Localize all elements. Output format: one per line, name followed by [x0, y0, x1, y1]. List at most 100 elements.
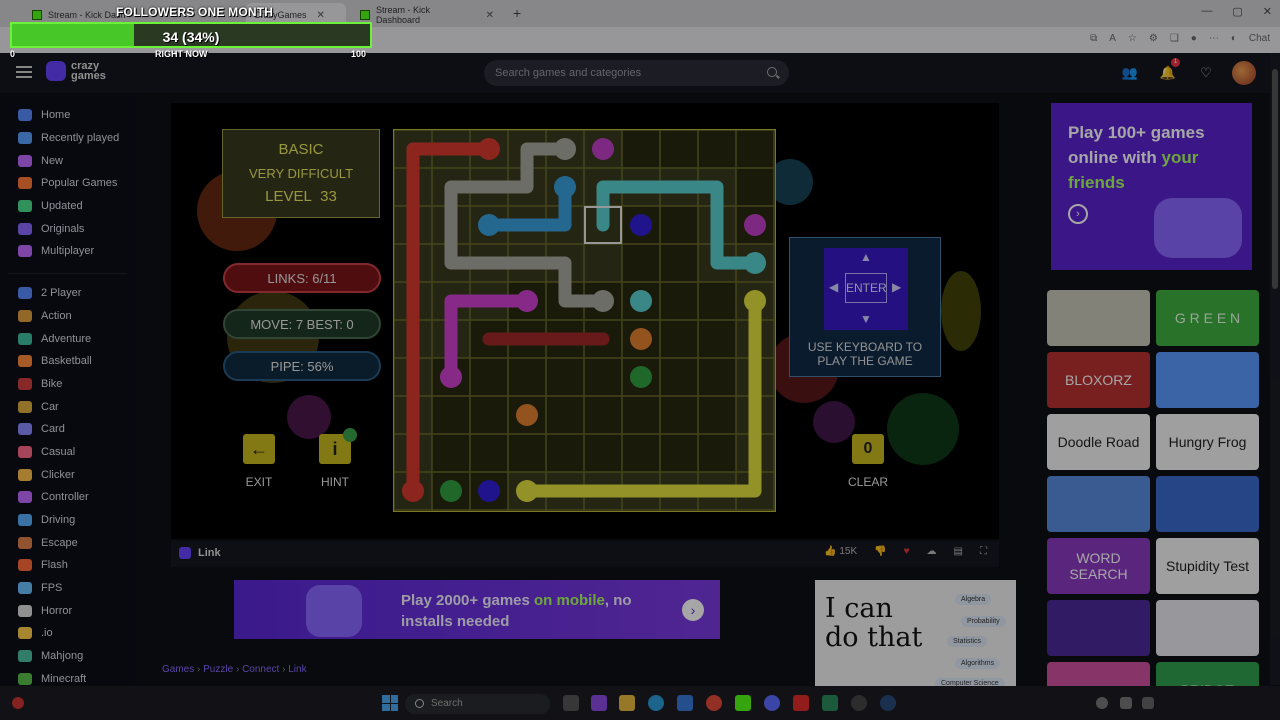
taskbar-search[interactable]: Search [405, 694, 550, 714]
file-explorer-icon[interactable] [619, 695, 635, 711]
page-scrollbar[interactable] [1270, 53, 1280, 685]
profile-icon[interactable]: ● [1191, 33, 1197, 44]
windows-start-icon[interactable] [382, 695, 398, 711]
clear-button[interactable]: 0 [852, 434, 884, 464]
extensions-icon[interactable]: ⚙ [1149, 33, 1158, 44]
game-thumbnail[interactable]: Hungry Frog [1156, 414, 1259, 470]
sidebar-item-action[interactable]: Action [0, 305, 135, 328]
sidebar-item-recently-played[interactable]: Recently played [0, 127, 135, 150]
promo-banner[interactable]: Play 100+ games online with your friends… [1051, 103, 1252, 270]
maximize-icon[interactable]: ▢ [1232, 5, 1242, 18]
sidebar-item-adventure[interactable]: Adventure [0, 327, 135, 350]
close-window-icon[interactable]: ✕ [1263, 5, 1272, 18]
app-icon[interactable] [822, 695, 838, 711]
sidebar-item-casual[interactable]: Casual [0, 441, 135, 464]
chrome-icon[interactable] [706, 695, 722, 711]
edge-icon[interactable] [648, 695, 664, 711]
breadcrumb-item[interactable]: Games [162, 664, 194, 675]
arrow-pad[interactable]: ▲ ◀ ▶ ▼ ENTER [824, 248, 908, 330]
sidebar-item-driving[interactable]: Driving [0, 509, 135, 532]
enter-key[interactable]: ENTER [845, 273, 887, 303]
collections-icon[interactable]: ❏ [1170, 33, 1179, 44]
arrow-right-icon[interactable]: › [1068, 204, 1088, 224]
side-display-ad[interactable]: I can do that Algebra Probability Statis… [815, 580, 1016, 686]
arrow-right-icon[interactable]: ▶ [892, 280, 901, 294]
breadcrumb-item[interactable]: Puzzle [203, 664, 233, 675]
copilot-icon[interactable]: ◐ [1231, 33, 1237, 44]
cloud-icon[interactable]: ☁ [927, 546, 937, 557]
read-aloud-icon[interactable]: A [1109, 33, 1116, 44]
thumbs-down-icon[interactable]: 👎 [874, 546, 886, 557]
game-thumbnail[interactable] [1047, 600, 1150, 656]
sidebar-item-clicker[interactable]: Clicker [0, 463, 135, 486]
close-tab-icon[interactable]: ✕ [486, 10, 494, 21]
game-thumbnail[interactable]: WORD SEARCH [1047, 538, 1150, 594]
sidebar-item-horror[interactable]: Horror [0, 599, 135, 622]
sidebar-item-originals[interactable]: Originals [0, 217, 135, 240]
puzzle-board[interactable] [393, 129, 776, 512]
favorite-star-icon[interactable]: ☆ [1128, 33, 1137, 44]
game-thumbnail[interactable]: G R E E N [1156, 290, 1259, 346]
arrow-left-icon[interactable]: ◀ [829, 280, 838, 294]
game-thumbnail[interactable] [1047, 476, 1150, 532]
game-thumbnail[interactable] [1047, 290, 1150, 346]
notification-tray-icon[interactable] [12, 697, 24, 709]
more-icon[interactable]: ⋯ [1209, 33, 1219, 44]
bell-icon[interactable]: 🔔 1 [1156, 58, 1180, 85]
sidebar-item-home[interactable]: Home [0, 104, 135, 127]
arrow-up-icon[interactable]: ▲ [860, 250, 872, 264]
search-input[interactable]: Search games and categories [484, 60, 789, 86]
game-thumbnail[interactable]: BLOXORZ [1047, 352, 1150, 408]
fullscreen-icon[interactable]: ⛶ [980, 546, 987, 557]
volume-icon[interactable] [1142, 697, 1154, 709]
crazygames-logo[interactable]: crazy games [46, 61, 116, 82]
sidebar-item-card[interactable]: Card [0, 418, 135, 441]
scrollbar-thumb[interactable] [1272, 69, 1278, 289]
report-icon[interactable]: ▤ [954, 546, 963, 557]
browser-tab[interactable]: Stream - Kick Dashboard ✕ [352, 3, 502, 27]
game-thumbnail[interactable] [1156, 352, 1259, 408]
kick-icon[interactable] [735, 695, 751, 711]
obs-icon[interactable] [851, 695, 867, 711]
sidebar-item-2-player[interactable]: 2 Player [0, 282, 135, 305]
friends-icon[interactable]: 👥 [1118, 61, 1142, 85]
discord-icon[interactable] [764, 695, 780, 711]
store-icon[interactable] [677, 695, 693, 711]
game-thumbnail[interactable] [1156, 600, 1259, 656]
sidebar-item-bike[interactable]: Bike [0, 373, 135, 396]
tray-icon[interactable] [1096, 697, 1108, 709]
close-tab-icon[interactable]: ✕ [317, 10, 325, 21]
app-icon[interactable] [591, 695, 607, 711]
arrow-right-icon[interactable]: › [682, 599, 704, 621]
game-frame[interactable]: BASIC VERY DIFFICULT LEVEL 33 LINKS: 6/1… [171, 103, 999, 539]
sidebar-item-multiplayer[interactable]: Multiplayer [0, 240, 135, 263]
new-tab-button[interactable]: + [513, 5, 521, 21]
sidebar-item-mahjong[interactable]: Mahjong [0, 645, 135, 668]
sidebar-item-basketball[interactable]: Basketball [0, 350, 135, 373]
heart-icon[interactable]: ♡ [1194, 61, 1218, 85]
youtube-icon[interactable] [793, 695, 809, 711]
steam-icon[interactable] [880, 695, 896, 711]
puzzle-grid[interactable] [394, 130, 775, 511]
sidebar-item-io[interactable]: .io [0, 622, 135, 645]
minimize-icon[interactable]: — [1201, 5, 1212, 18]
game-thumbnail[interactable]: Doodle Road [1047, 414, 1150, 470]
mobile-ad-banner[interactable]: Play 2000+ games on mobile, no installs … [234, 580, 720, 639]
favorite-heart-icon[interactable]: ♥ [904, 546, 910, 557]
wifi-icon[interactable] [1120, 697, 1132, 709]
arrow-down-icon[interactable]: ▼ [860, 312, 872, 326]
chat-label[interactable]: Chat [1249, 33, 1270, 44]
thumbs-up-icon[interactable]: 👍 [824, 546, 836, 557]
sidebar-item-updated[interactable]: Updated [0, 195, 135, 218]
sidebar-item-new[interactable]: New [0, 149, 135, 172]
sidebar-item-popular-games[interactable]: Popular Games [0, 172, 135, 195]
game-thumbnail[interactable] [1156, 476, 1259, 532]
breadcrumb-item[interactable]: Connect [242, 664, 279, 675]
breadcrumb-item[interactable]: Link [288, 664, 306, 675]
menu-icon[interactable] [16, 66, 32, 78]
search-icon[interactable] [767, 67, 777, 77]
sidebar-item-flash[interactable]: Flash [0, 554, 135, 577]
sidebar-item-escape[interactable]: Escape [0, 531, 135, 554]
game-thumbnail[interactable]: Stupidity Test [1156, 538, 1259, 594]
exit-button[interactable]: ← [243, 434, 275, 464]
